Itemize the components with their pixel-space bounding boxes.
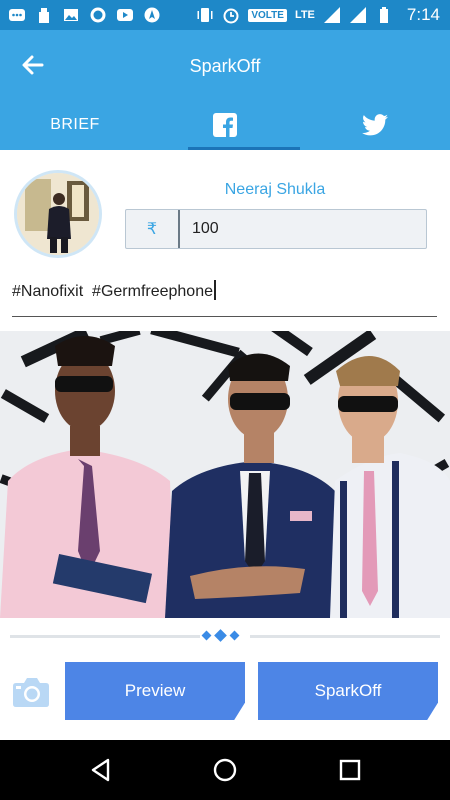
system-nav-bar [0, 740, 450, 800]
clock: 7:14 [406, 5, 440, 24]
twitter-icon [362, 114, 388, 136]
hashtag-input[interactable]: #Nanofixit #Germfreephone [12, 280, 437, 301]
sparkoff-button-label: SparkOff [314, 681, 382, 700]
hashtag-text: #Nanofixit #Germfreephone [12, 283, 213, 300]
status-bar: VOLTE LTE 7:14 [0, 0, 450, 30]
preview-button[interactable]: Preview [65, 662, 245, 720]
tab-brief-label: BRIEF [50, 116, 100, 133]
back-triangle-icon[interactable] [88, 757, 114, 783]
avatar [14, 170, 102, 258]
tab-bar: BRIEF [0, 100, 450, 150]
system-icons: VOLTE LTE 7:14 [196, 5, 450, 25]
app-bar: SparkOff [0, 30, 450, 100]
signal-icon [323, 7, 340, 23]
vibrate-icon [197, 8, 213, 22]
lte-label: LTE [294, 9, 315, 21]
post-image-illustration [0, 331, 450, 618]
user-name: Neeraj Shukla [224, 181, 326, 198]
hashtag-input-underline [12, 316, 437, 317]
facebook-icon [213, 113, 237, 137]
whatsapp-icon [90, 7, 106, 23]
volte-badge: VOLTE [248, 8, 287, 22]
pager-line-left [10, 635, 200, 638]
usb-icon [39, 8, 49, 23]
tab-brief[interactable]: BRIEF [0, 100, 150, 150]
recents-square-icon[interactable] [337, 757, 363, 783]
text-cursor [214, 280, 216, 300]
signal-icon-2 [349, 7, 366, 23]
page-dot-active [214, 629, 227, 642]
home-circle-icon[interactable] [212, 757, 238, 783]
sparkoff-button[interactable]: SparkOff [258, 662, 438, 720]
messages-icon [9, 9, 25, 21]
currency-symbol: ₹ [126, 210, 180, 248]
notification-icons [0, 6, 161, 24]
camera-icon [13, 678, 49, 707]
tab-twitter[interactable] [300, 100, 450, 150]
navigation-icon [144, 7, 160, 23]
battery-icon [379, 7, 388, 23]
image-icon [64, 9, 78, 21]
amount-input[interactable] [180, 210, 426, 248]
pager-line-right [250, 635, 440, 638]
youtube-icon [117, 9, 133, 21]
tab-facebook[interactable] [150, 100, 300, 150]
page-dot [201, 630, 212, 641]
page-indicator [201, 629, 240, 642]
preview-button-label: Preview [124, 681, 186, 700]
post-image[interactable] [0, 331, 450, 618]
page-dot [229, 630, 240, 641]
alarm-icon [223, 8, 239, 24]
camera-button[interactable] [12, 676, 50, 708]
amount-field: ₹ [125, 209, 427, 249]
app-title: SparkOff [189, 56, 261, 76]
avatar-image [17, 173, 99, 255]
